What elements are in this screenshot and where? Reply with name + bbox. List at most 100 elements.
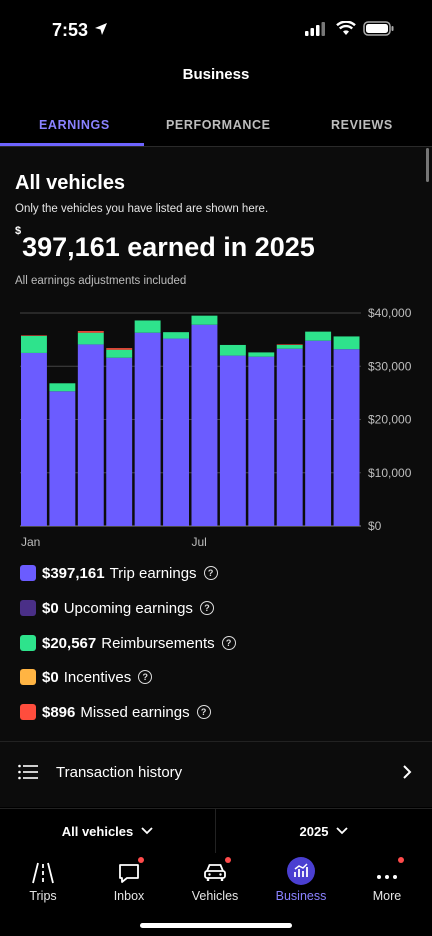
- bar-segment-mar-0: [77, 344, 104, 526]
- bar-segment-mar-1: [77, 332, 104, 345]
- scrollbar[interactable]: [426, 148, 429, 182]
- tab-earnings[interactable]: EARNINGS: [39, 118, 110, 132]
- nav-vehicles[interactable]: Vehicles: [172, 857, 258, 907]
- currency-symbol: $: [15, 225, 22, 237]
- vehicles-note: Only the vehicles you have listed are sh…: [15, 203, 269, 215]
- legend-label: Missed earnings: [80, 703, 190, 721]
- bar-segment-may-0: [134, 332, 161, 526]
- car-icon: [204, 864, 226, 881]
- legend-swatch: [20, 600, 36, 616]
- bar-segment-apr-0: [106, 357, 133, 526]
- bar-segment-jan-1: [21, 335, 47, 353]
- bar-segment-oct-1: [276, 344, 303, 349]
- chart-icon: [287, 857, 315, 885]
- y-tick-label: $10,000: [368, 466, 412, 480]
- legend-reimbursements: $20,567 Reimbursements ?: [20, 632, 236, 654]
- bar-segment-apr-1: [106, 349, 133, 358]
- legend-swatch: [20, 704, 36, 720]
- legend-value: $0: [42, 668, 59, 686]
- legend-label: Upcoming earnings: [63, 599, 193, 617]
- transaction-history-row[interactable]: Transaction history: [0, 742, 432, 802]
- bar-segment-aug-0: [219, 355, 246, 526]
- nav-label: Business: [275, 889, 327, 903]
- legend-label: Trip earnings: [109, 564, 197, 582]
- year-filter-label: 2025: [299, 823, 329, 839]
- bar-segment-mar-2: [77, 331, 104, 333]
- notification-badge: [138, 857, 144, 863]
- bar-segment-sep-0: [248, 356, 275, 526]
- bar-segment-aug-1: [219, 344, 246, 356]
- adjustments-note: All earnings adjustments included: [15, 275, 187, 287]
- transaction-history-label: Transaction history: [56, 764, 183, 781]
- bar-segment-dec-0: [333, 349, 360, 526]
- help-icon[interactable]: ?: [199, 601, 214, 615]
- legend-value: $20,567: [42, 634, 97, 652]
- x-tick-label: Jan: [21, 535, 40, 549]
- nav-label: Inbox: [113, 889, 145, 903]
- legend-label: Incentives: [63, 668, 132, 686]
- legend-value: $0: [42, 599, 59, 617]
- vehicle-filter-dropdown[interactable]: All vehicles: [0, 809, 215, 853]
- chevron-down-icon: [336, 827, 349, 835]
- bar-segment-jun-0: [163, 338, 189, 526]
- bar-segment-jul-1: [191, 315, 218, 325]
- status-time: 7:53: [52, 20, 89, 40]
- chevron-down-icon: [141, 827, 153, 835]
- bar-segment-jun-1: [163, 332, 189, 339]
- chevron-right-icon: [403, 765, 412, 779]
- nav-inbox[interactable]: Inbox: [86, 857, 172, 907]
- x-tick-label: Jul: [192, 535, 207, 549]
- earned-text: 397,161 earned in 2025: [22, 232, 315, 262]
- bar-segment-jan-2: [21, 335, 47, 336]
- bar-segment-oct-0: [276, 348, 303, 526]
- legend-incentives: $0 Incentives ?: [20, 666, 153, 688]
- chat-icon: [119, 864, 139, 883]
- nav-business[interactable]: Business: [258, 857, 344, 907]
- help-icon[interactable]: ?: [203, 566, 218, 580]
- year-filter-dropdown[interactable]: 2025: [216, 809, 432, 853]
- road-icon: [32, 862, 54, 884]
- bar-segment-feb-0: [49, 391, 76, 526]
- legend-label: Reimbursements: [101, 634, 215, 652]
- notification-badge: [398, 857, 404, 863]
- legend-upcoming-earnings: $0 Upcoming earnings ?: [20, 597, 214, 619]
- list-icon: [18, 764, 38, 780]
- nav-label: Vehicles: [191, 889, 239, 903]
- nav-more[interactable]: More: [344, 857, 430, 907]
- tab-reviews[interactable]: REVIEWS: [331, 118, 393, 132]
- nav-label: Trips: [29, 889, 57, 903]
- tab-performance[interactable]: PERFORMANCE: [166, 118, 271, 132]
- help-icon[interactable]: ?: [138, 670, 153, 684]
- bar-segment-nov-1: [305, 331, 332, 341]
- total-earned: $397,161 earned in 2025: [15, 225, 315, 263]
- location-arrow-icon: [95, 23, 107, 35]
- more-icon: [377, 875, 397, 879]
- battery-icon: [363, 21, 394, 36]
- legend-trip-earnings: $397,161 Trip earnings ?: [20, 562, 218, 584]
- bar-segment-feb-1: [49, 383, 76, 392]
- y-tick-label: $40,000: [368, 306, 412, 320]
- bar-segment-sep-1: [248, 352, 275, 357]
- bar-segment-nov-0: [305, 340, 332, 526]
- y-tick-label: $30,000: [368, 359, 412, 373]
- help-icon[interactable]: ?: [196, 705, 211, 719]
- help-icon[interactable]: ?: [221, 636, 236, 650]
- bar-segment-apr-2: [106, 348, 133, 350]
- home-indicator: [140, 923, 292, 928]
- page-title: Business: [182, 66, 250, 83]
- nav-label: More: [372, 889, 402, 903]
- legend-value: $397,161: [42, 564, 105, 582]
- tab-bar: EARNINGS PERFORMANCE REVIEWS: [0, 106, 432, 147]
- nav-trips[interactable]: Trips: [0, 857, 86, 907]
- bar-segment-dec-1: [333, 336, 360, 350]
- bar-segment-jan-0: [21, 352, 47, 526]
- vehicle-filter-label: All vehicles: [61, 823, 134, 839]
- active-tab-indicator: [0, 143, 144, 146]
- filter-bar: All vehicles 2025: [0, 808, 432, 854]
- legend-swatch: [20, 635, 36, 651]
- legend-swatch: [20, 565, 36, 581]
- wifi-icon: [336, 21, 356, 35]
- bar-segment-jul-0: [191, 324, 218, 526]
- earnings-chart[interactable]: $40,000 $30,000 $20,000 $10,000 $0 Jan Jul: [0, 300, 432, 550]
- legend-swatch: [20, 669, 36, 685]
